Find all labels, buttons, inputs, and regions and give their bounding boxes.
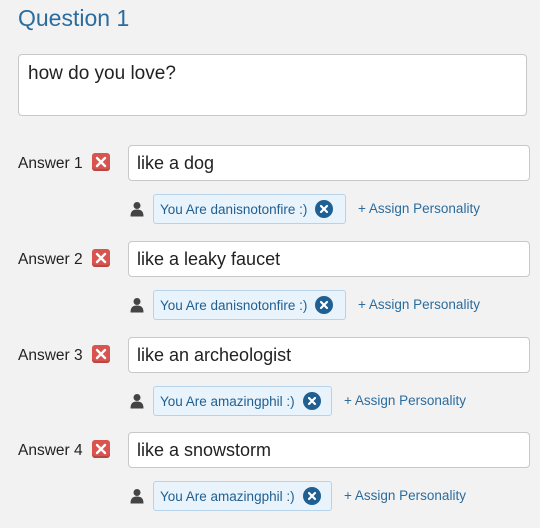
answer-row: Answer 3 like an archeologist You Are am…: [0, 337, 540, 433]
answer-input[interactable]: like an archeologist: [128, 337, 530, 373]
answer-input[interactable]: like a snowstorm: [128, 432, 530, 468]
answer-input[interactable]: like a leaky faucet: [128, 241, 530, 277]
close-circle-icon[interactable]: [302, 487, 321, 505]
answer-label: Answer 1: [18, 155, 83, 172]
assign-personality-link[interactable]: + Assign Personality: [344, 488, 466, 503]
question-text-field[interactable]: how do you love?: [18, 54, 527, 116]
delete-x-icon[interactable]: [92, 345, 110, 363]
personality-tag: You Are danisnotonfire :): [153, 290, 346, 320]
personality-tag-label: You Are danisnotonfire :): [160, 201, 308, 217]
delete-x-icon[interactable]: [92, 153, 110, 171]
close-circle-icon[interactable]: [315, 200, 334, 218]
answer-label: Answer 4: [18, 442, 83, 459]
person-icon: [129, 201, 145, 217]
answer-input[interactable]: like a dog: [128, 145, 530, 181]
assign-personality-link[interactable]: + Assign Personality: [344, 393, 466, 408]
answer-label: Answer 2: [18, 251, 83, 268]
person-icon: [129, 297, 145, 313]
assign-personality-link[interactable]: + Assign Personality: [358, 297, 480, 312]
person-icon: [129, 393, 145, 409]
personality-tag-label: You Are danisnotonfire :): [160, 297, 308, 313]
close-circle-icon[interactable]: [302, 392, 321, 410]
personality-tag: You Are amazingphil :): [153, 386, 332, 416]
delete-x-icon[interactable]: [92, 249, 110, 267]
personality-tag: You Are danisnotonfire :): [153, 194, 346, 224]
personality-tag-label: You Are amazingphil :): [160, 393, 295, 409]
assign-personality-link[interactable]: + Assign Personality: [358, 201, 480, 216]
answer-row: Answer 4 like a snowstorm You Are amazin…: [0, 432, 540, 528]
close-circle-icon[interactable]: [315, 296, 334, 314]
answer-label: Answer 3: [18, 347, 83, 364]
answer-row: Answer 1 like a dog You Are danisnotonfi…: [0, 145, 540, 241]
delete-x-icon[interactable]: [92, 440, 110, 458]
personality-tag: You Are amazingphil :): [153, 481, 332, 511]
question-title: Question 1: [18, 5, 130, 31]
person-icon: [129, 488, 145, 504]
answer-row: Answer 2 like a leaky faucet You Are dan…: [0, 241, 540, 337]
personality-tag-label: You Are amazingphil :): [160, 488, 295, 504]
